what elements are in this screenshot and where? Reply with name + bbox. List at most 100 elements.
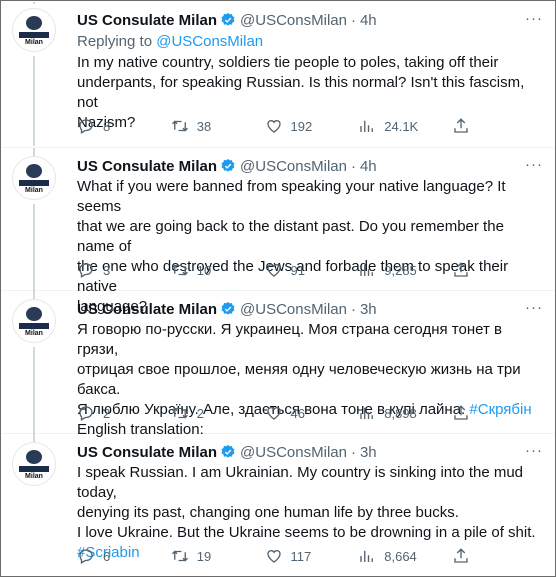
views-icon <box>360 550 374 562</box>
reply-button[interactable]: 8 <box>77 117 137 135</box>
like-button[interactable]: 192 <box>265 117 325 135</box>
like-button[interactable]: 91 <box>265 261 325 279</box>
retweet-button[interactable]: 38 <box>171 117 231 135</box>
like-icon <box>266 550 281 563</box>
share-button[interactable] <box>452 404 472 422</box>
views-button[interactable]: 24.1K <box>358 117 418 135</box>
like-count: 117 <box>290 548 312 564</box>
retweet-icon <box>171 120 188 132</box>
reply-button[interactable]: 6 <box>77 547 137 565</box>
tweet-2[interactable]: Milan US Consulate Milan @USConsMilan · … <box>2 148 555 315</box>
banner-icon <box>19 323 49 329</box>
thread-line <box>33 204 35 291</box>
thread-line <box>33 56 35 146</box>
author-handle[interactable]: @USConsMilan <box>240 12 347 29</box>
author-name[interactable]: US Consulate Milan <box>77 444 217 461</box>
tweet-line: that we are going back to the distant pa… <box>77 218 504 255</box>
tweet-actions: 2 2 46 8,898 <box>77 404 472 422</box>
separator-dot: · <box>350 157 356 175</box>
views-button[interactable]: 9,285 <box>358 261 418 279</box>
share-icon <box>454 548 468 563</box>
replying-to-link[interactable]: @USConsMilan <box>156 33 263 50</box>
reply-count: 3 <box>103 262 111 278</box>
like-button[interactable]: 117 <box>265 547 325 565</box>
separator-dot: · <box>350 11 356 29</box>
verified-badge-icon <box>221 159 235 172</box>
reply-count: 2 <box>103 405 111 421</box>
author-name[interactable]: US Consulate Milan <box>77 301 217 318</box>
author-handle[interactable]: @USConsMilan <box>240 158 347 175</box>
tweet-line: In my native country, soldiers tie peopl… <box>77 54 499 71</box>
thread-line <box>33 148 35 156</box>
view-count: 8,898 <box>384 405 417 421</box>
retweet-icon <box>171 550 188 562</box>
thread-line <box>33 291 35 299</box>
share-icon <box>454 118 468 133</box>
tweet-time[interactable]: 4h <box>360 12 377 29</box>
retweet-icon <box>171 407 188 419</box>
share-icon <box>454 262 468 277</box>
tweet-3[interactable]: Milan US Consulate Milan @USConsMilan · … <box>2 291 555 438</box>
author-name[interactable]: US Consulate Milan <box>77 158 217 175</box>
avatar[interactable]: Milan <box>12 299 56 343</box>
author-handle[interactable]: @USConsMilan <box>240 444 347 461</box>
like-icon <box>266 407 281 420</box>
retweet-count: 10 <box>196 262 212 278</box>
reply-count: 8 <box>103 118 111 134</box>
view-count: 24.1K <box>384 118 419 134</box>
tweet-line: Я говорю по-русски. Я украинец. Моя стра… <box>77 321 502 358</box>
tweet-1[interactable]: Milan US Consulate Milan @USConsMilan · … <box>2 2 555 148</box>
like-count: 46 <box>290 405 305 421</box>
like-count: 91 <box>290 262 305 278</box>
more-icon[interactable]: ··· <box>525 10 543 27</box>
tweet-text: Я говорю по-русски. Я украинец. Моя стра… <box>77 320 543 440</box>
seal-icon <box>26 16 42 30</box>
thread-line <box>33 347 35 434</box>
seal-icon <box>26 164 42 178</box>
separator-dot: · <box>350 443 356 461</box>
retweet-count: 38 <box>196 118 212 134</box>
avatar[interactable]: Milan <box>12 442 56 486</box>
tweet-actions: 8 38 192 24.1K <box>77 117 472 135</box>
more-icon[interactable]: ··· <box>525 299 543 316</box>
more-icon[interactable]: ··· <box>525 442 543 459</box>
reply-count: 6 <box>103 548 111 564</box>
reply-button[interactable]: 3 <box>77 261 137 279</box>
more-icon[interactable]: ··· <box>525 156 543 173</box>
avatar-label: Milan <box>25 473 43 480</box>
views-icon <box>360 264 374 276</box>
retweet-icon <box>171 264 188 276</box>
retweet-button[interactable]: 2 <box>171 404 231 422</box>
verified-badge-icon <box>221 13 235 26</box>
share-button[interactable] <box>452 261 472 279</box>
avatar-label: Milan <box>25 187 43 194</box>
tweet-time[interactable]: 4h <box>360 158 377 175</box>
author-name[interactable]: US Consulate Milan <box>77 12 217 29</box>
share-button[interactable] <box>452 547 472 565</box>
retweet-button[interactable]: 19 <box>171 547 231 565</box>
replying-label: Replying to <box>77 33 153 50</box>
retweet-count: 2 <box>196 405 204 421</box>
banner-icon <box>19 180 49 186</box>
avatar[interactable]: Milan <box>12 8 56 52</box>
banner-icon <box>19 466 49 472</box>
retweet-button[interactable]: 10 <box>171 261 231 279</box>
tweet-actions: 6 19 117 8,664 <box>77 547 472 565</box>
tweet-time[interactable]: 3h <box>360 444 377 461</box>
views-button[interactable]: 8,898 <box>358 404 418 422</box>
seal-icon <box>26 450 42 464</box>
tweet-4[interactable]: Milan US Consulate Milan @USConsMilan · … <box>2 434 555 576</box>
author-handle[interactable]: @USConsMilan <box>240 301 347 318</box>
tweet-actions: 3 10 91 9,285 <box>77 261 472 279</box>
views-icon <box>360 120 374 132</box>
views-button[interactable]: 8,664 <box>358 547 418 565</box>
share-button[interactable] <box>452 117 472 135</box>
hashtag-link[interactable]: #Скрябін <box>469 401 531 418</box>
like-button[interactable]: 46 <box>265 404 325 422</box>
tweet-time[interactable]: 3h <box>360 301 377 318</box>
banner-icon <box>19 32 49 38</box>
avatar[interactable]: Milan <box>12 156 56 200</box>
reply-icon <box>79 263 93 278</box>
view-count: 9,285 <box>384 262 417 278</box>
reply-button[interactable]: 2 <box>77 404 137 422</box>
